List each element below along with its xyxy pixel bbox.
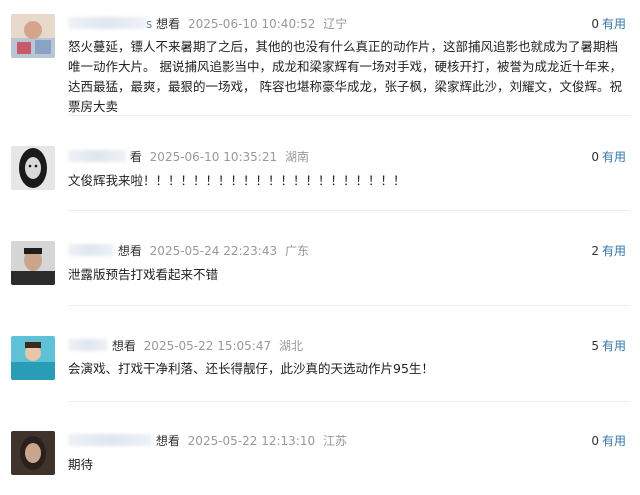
comment-text: 期待 — [68, 457, 94, 472]
comment-meta: 想看 2025-05-24 22:23:43 广东 — [68, 243, 309, 259]
useful-button[interactable]: 有用 — [602, 17, 626, 31]
useful-button[interactable]: 有用 — [602, 244, 626, 258]
useful-count: 5 — [591, 339, 599, 353]
comment-time: 2025-06-10 10:35:21 — [149, 150, 278, 164]
useful-button[interactable]: 有用 — [602, 150, 626, 164]
comment-time: 2025-05-22 15:05:47 — [143, 339, 272, 353]
comment-time: 2025-05-22 12:13:10 — [187, 434, 316, 448]
comment-location: 湖北 — [278, 339, 303, 353]
useful-vote[interactable]: 0 有用 — [591, 16, 626, 32]
watch-status: 想看 — [111, 339, 136, 353]
divider — [68, 115, 630, 116]
username[interactable] — [68, 150, 126, 164]
comment-meta: 看 2025-06-10 10:35:21 湖南 — [68, 149, 309, 165]
username[interactable] — [68, 434, 152, 448]
avatar-image — [11, 431, 55, 475]
comment-location: 广东 — [284, 244, 309, 258]
useful-vote[interactable]: 0 有用 — [591, 433, 626, 449]
comment-text: 怒火蔓延，镖人不来暑期了之后，其他的也没有什么真正的动作片，这部捕风追影也就成为… — [68, 39, 622, 114]
useful-button[interactable]: 有用 — [602, 434, 626, 448]
useful-vote[interactable]: 0 有用 — [591, 149, 626, 165]
divider — [68, 401, 630, 402]
comment-meta: 想看 2025-05-22 15:05:47 湖北 — [68, 338, 303, 354]
avatar[interactable] — [11, 431, 55, 475]
comment-text: 会演戏、打戏干净利落、还长得靓仔，此沙真的天选动作片95生！ — [68, 361, 434, 376]
username[interactable] — [68, 244, 114, 258]
useful-count: 0 — [591, 17, 599, 31]
comment-location: 江苏 — [322, 434, 347, 448]
avatar-image — [11, 336, 55, 380]
avatar[interactable] — [11, 14, 55, 58]
avatar[interactable] — [11, 336, 55, 380]
useful-button[interactable]: 有用 — [602, 339, 626, 353]
comment-location: 湖南 — [284, 150, 309, 164]
username[interactable]: s — [68, 17, 152, 31]
comment-meta: 想看 2025-05-22 12:13:10 江苏 — [68, 433, 347, 449]
watch-status: 看 — [129, 150, 142, 164]
comment-time: 2025-05-24 22:23:43 — [149, 244, 278, 258]
comment-text: 文俊辉我来啦！！！！！！！！！！！！！！！！！！！！！ — [68, 173, 406, 188]
comment-text: 泄露版预告打戏看起来不错 — [68, 267, 219, 282]
useful-vote[interactable]: 2 有用 — [591, 243, 626, 259]
divider — [68, 210, 630, 211]
useful-vote[interactable]: 5 有用 — [591, 338, 626, 354]
watch-status: 想看 — [155, 434, 180, 448]
useful-count: 0 — [591, 150, 599, 164]
avatar-image — [11, 241, 55, 285]
divider — [68, 305, 630, 306]
comment-meta: s 想看 2025-06-10 10:40:52 辽宁 — [68, 16, 347, 32]
avatar-image — [11, 14, 55, 58]
comment-time: 2025-06-10 10:40:52 — [187, 17, 316, 31]
watch-status: 想看 — [156, 17, 181, 31]
avatar[interactable] — [11, 241, 55, 285]
avatar[interactable] — [11, 146, 55, 190]
useful-count: 0 — [591, 434, 599, 448]
avatar-image — [11, 146, 55, 190]
useful-count: 2 — [591, 244, 599, 258]
watch-status: 想看 — [117, 244, 142, 258]
username[interactable] — [68, 339, 108, 353]
comment-location: 辽宁 — [323, 17, 348, 31]
